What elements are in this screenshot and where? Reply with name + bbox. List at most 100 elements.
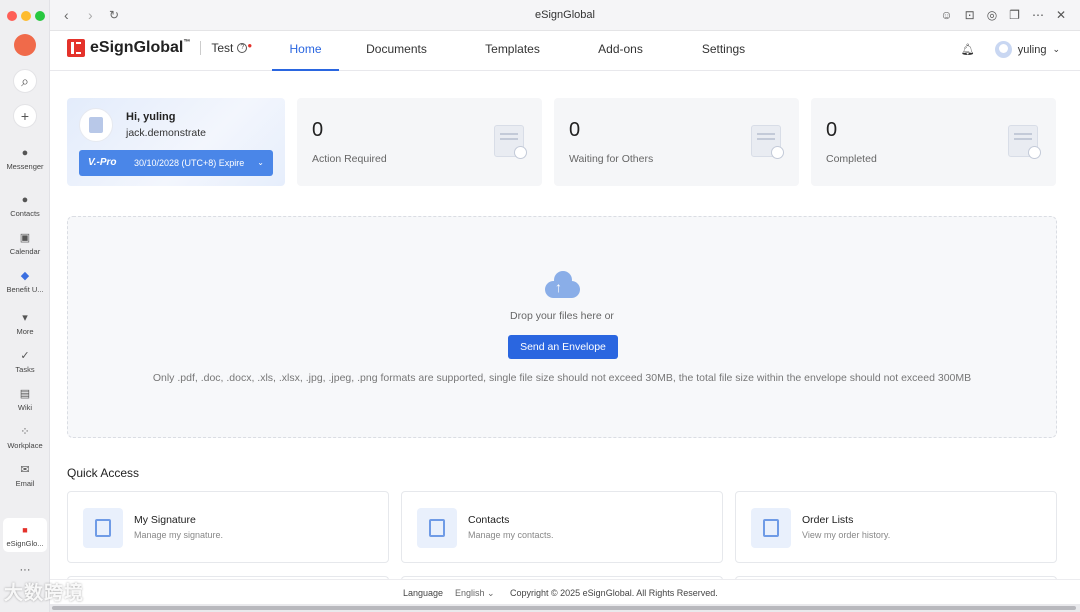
avatar[interactable] [994,41,1012,58]
footer: Language English ⌄ Copyright © 2025 eSig… [50,579,1080,604]
calendar-icon: ▣ [19,232,31,244]
quick-access-title: Quick Access [67,466,140,480]
main-tabs: Home Documents Templates Add-ons Setting… [272,31,761,71]
more-apps-icon[interactable]: ··· [0,564,50,576]
sidebar-item-esignglobal[interactable]: ■ eSignGlo... [3,518,47,552]
check-icon: ✓ [20,350,30,362]
document-clock-icon [751,125,784,159]
document-bell-icon [494,125,527,159]
sidebar-item-tasks[interactable]: ✓ Tasks [0,350,50,374]
title-bar-actions: ☺ ⊡ ◎ ❐ ⋯ ✕ [940,8,1066,22]
sidebar-item-messenger[interactable]: ● Messenger [0,147,50,171]
chat-icon: ● [21,147,29,159]
quick-access-name: My Signature [134,514,196,526]
tab-home[interactable]: Home [272,31,339,71]
window-icon[interactable]: ❐ [1009,8,1020,22]
user-card: Hi, yuling jack.demonstrate V.-Pro 30/10… [67,98,285,186]
stat-value: 0 [312,119,324,141]
tab-add-ons[interactable]: Add-ons [583,31,658,71]
window-title: eSignGlobal [535,9,595,21]
brand-logo[interactable]: eSignGlobal™ Test ? ● [67,39,252,57]
person-icon: ● [21,194,29,206]
robot-icon[interactable]: ⊡ [965,8,975,22]
chevron-down-icon[interactable]: ⌄ [1052,44,1060,55]
upload-arrow-icon: ↑ [555,279,562,295]
send-envelope-button[interactable]: Send an Envelope [508,335,618,359]
add-icon[interactable]: + [13,104,37,128]
stat-value: 0 [569,119,581,141]
stat-waiting-for-others[interactable]: 0 Waiting for Others [554,98,799,186]
app-window: ⌕ + ● Messenger ● Contacts ▣ Calendar ◆ Bene… [0,0,1080,612]
plan-selector[interactable]: V.-Pro 30/10/2028 (UTC+8) Expire ⌄ [79,150,273,176]
sidebar-item-workplace[interactable]: ⁘ Workplace [0,426,50,450]
comment-icon[interactable]: ☺ [940,8,952,22]
sidebar-item-email[interactable]: ✉ Email [0,464,50,488]
esignglobal-logo-icon [67,39,85,57]
title-bar: ‹ › ↻ eSignGlobal ☺ ⊡ ◎ ❐ ⋯ ✕ [50,0,1080,31]
mail-icon: ✉ [20,464,30,476]
user-name[interactable]: yuling [1018,44,1047,56]
copyright: Copyright © 2025 eSignGlobal. All Rights… [510,588,718,598]
avatar[interactable] [14,34,36,56]
document-check-icon [1008,125,1041,159]
account-name: jack.demonstrate [126,127,206,139]
minimize-window-button[interactable] [21,11,31,21]
language-value: English [455,588,485,598]
quick-access-contacts[interactable]: Contacts Manage my contacts. [401,491,723,563]
sidebar-item-calendar[interactable]: ▣ Calendar [0,232,50,256]
quick-access-desc: Manage my contacts. [468,530,554,540]
stat-label: Waiting for Others [569,153,654,165]
sidebar-item-contacts[interactable]: ● Contacts [0,194,50,218]
chevron-down-icon: ⌄ [487,588,495,598]
zoom-window-button[interactable] [35,11,45,21]
quick-access-desc: View my order history. [802,530,891,540]
stat-completed[interactable]: 0 Completed [811,98,1056,186]
upload-note: Only .pdf, .doc, .docx, .xls, .xlsx, .jp… [152,372,972,384]
order-list-icon [751,508,791,548]
horizontal-scrollbar[interactable] [50,604,1080,612]
ellipsis-icon[interactable]: ⋯ [1032,8,1044,22]
quick-access-name: Contacts [468,514,510,526]
environment-label: Test [211,41,234,55]
app-sidebar: ⌕ + ● Messenger ● Contacts ▣ Calendar ◆ Bene… [0,0,50,612]
quick-access-desc: Manage my signature. [134,530,224,540]
file-drop-zone[interactable]: ↑ Drop your files here or Send an Envelo… [67,216,1057,438]
plan-expiry: 30/10/2028 (UTC+8) Expire [134,158,245,168]
search-icon[interactable]: ⌕ [13,69,37,93]
sidebar-item-more[interactable]: ▾ More [0,312,50,336]
trademark: ™ [183,39,191,46]
drop-prompt: Drop your files here or [510,310,614,322]
company-logo-icon [79,108,113,142]
cloud-upload-icon [545,271,580,298]
stat-action-required[interactable]: 0 Action Required [297,98,542,186]
diamond-icon: ◆ [20,270,30,282]
plan-badge: V.-Pro [88,157,117,168]
compass-icon[interactable]: ◎ [987,8,997,22]
close-window-button[interactable] [7,11,17,21]
required-dot: ● [247,40,253,50]
esignglobal-logo-icon: ■ [22,525,28,535]
contacts-icon [417,508,457,548]
quick-access-my-signature[interactable]: My Signature Manage my signature. [67,491,389,563]
tab-documents[interactable]: Documents [359,31,434,71]
language-select[interactable]: English ⌄ [455,588,495,599]
tab-templates[interactable]: Templates [475,31,550,71]
help-icon[interactable]: ? [237,43,248,53]
app-header: eSignGlobal™ Test ? ● Home Documents Tem… [50,31,1080,71]
sidebar-item-wiki[interactable]: ▤ Wiki [0,388,50,412]
book-icon: ▤ [19,388,31,400]
tab-settings[interactable]: Settings [686,31,761,71]
signature-icon [83,508,123,548]
greeting: Hi, yuling [126,111,176,123]
quick-access-order-lists[interactable]: Order Lists View my order history. [735,491,1057,563]
stat-label: Action Required [312,153,387,165]
language-label: Language [403,588,444,598]
close-icon[interactable]: ✕ [1056,8,1066,22]
main-content: Hi, yuling jack.demonstrate V.-Pro 30/10… [50,71,1080,586]
scroll-thumb[interactable] [52,606,1076,610]
quick-access-name: Order Lists [802,514,854,526]
brand-name: eSignGlobal [90,39,184,56]
sidebar-item-benefit[interactable]: ◆ Benefit U... [0,270,50,294]
bell-icon[interactable]: 🔔︎ [961,43,975,56]
stat-label: Completed [826,153,877,165]
